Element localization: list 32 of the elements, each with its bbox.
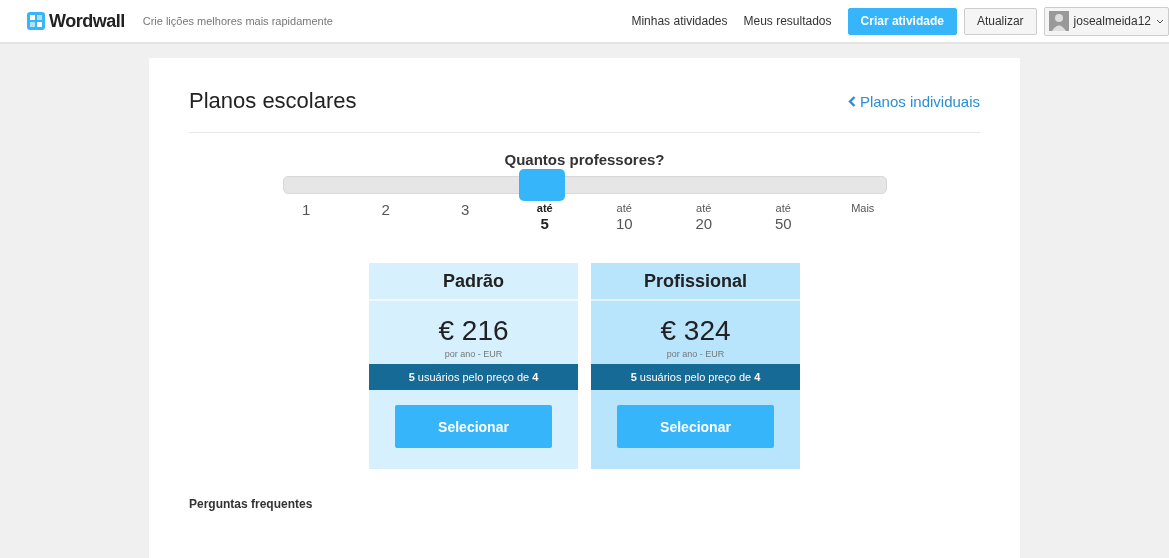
slider-stop[interactable]: 2 [346, 201, 426, 233]
slider-stop[interactable]: 1 [266, 201, 346, 233]
page-title: Planos escolares [189, 88, 357, 114]
chevron-down-icon [1156, 18, 1164, 24]
slider-stop[interactable]: até 20 [664, 201, 744, 233]
user-menu[interactable]: josealmeida12 [1043, 6, 1169, 36]
back-link[interactable]: Planos individuais [847, 92, 980, 110]
plan-name: Padrão [369, 263, 578, 301]
price-period: por ano - EUR [665, 349, 726, 359]
slider-thumb[interactable] [519, 169, 566, 201]
plan-price: € 216 [437, 315, 510, 347]
price-period: por ano - EUR [443, 349, 504, 359]
logo-icon [27, 12, 45, 30]
tagline: Crie lições melhores mais rapidamente [142, 15, 333, 27]
plan-price: € 324 [659, 315, 732, 347]
slider-track[interactable] [282, 169, 887, 201]
avatar-icon [1048, 11, 1069, 31]
offer-banner: 5 usuários pelo preço de 4 [369, 364, 578, 390]
logo[interactable]: Wordwall [27, 10, 125, 32]
faq-heading: Perguntas frequentes [189, 497, 314, 511]
slider-stop[interactable]: até 5 [505, 201, 585, 233]
slider-stop[interactable]: 3 [425, 201, 505, 233]
slider-stop[interactable]: Mais [823, 201, 903, 233]
slider-stop[interactable]: até 50 [743, 201, 823, 233]
nav-link[interactable]: Minhas atividades [631, 14, 728, 28]
refresh-button[interactable]: Atualizar [963, 7, 1037, 35]
chevron-left-icon [847, 95, 856, 107]
nav-link[interactable]: Meus resultados [743, 14, 832, 28]
slider-question: Quantos professores? [503, 151, 666, 168]
plan-name: Profissional [591, 263, 800, 301]
offer-banner: 5 usuários pelo preço de 4 [591, 364, 800, 390]
slider-stop[interactable]: até 10 [584, 201, 664, 233]
